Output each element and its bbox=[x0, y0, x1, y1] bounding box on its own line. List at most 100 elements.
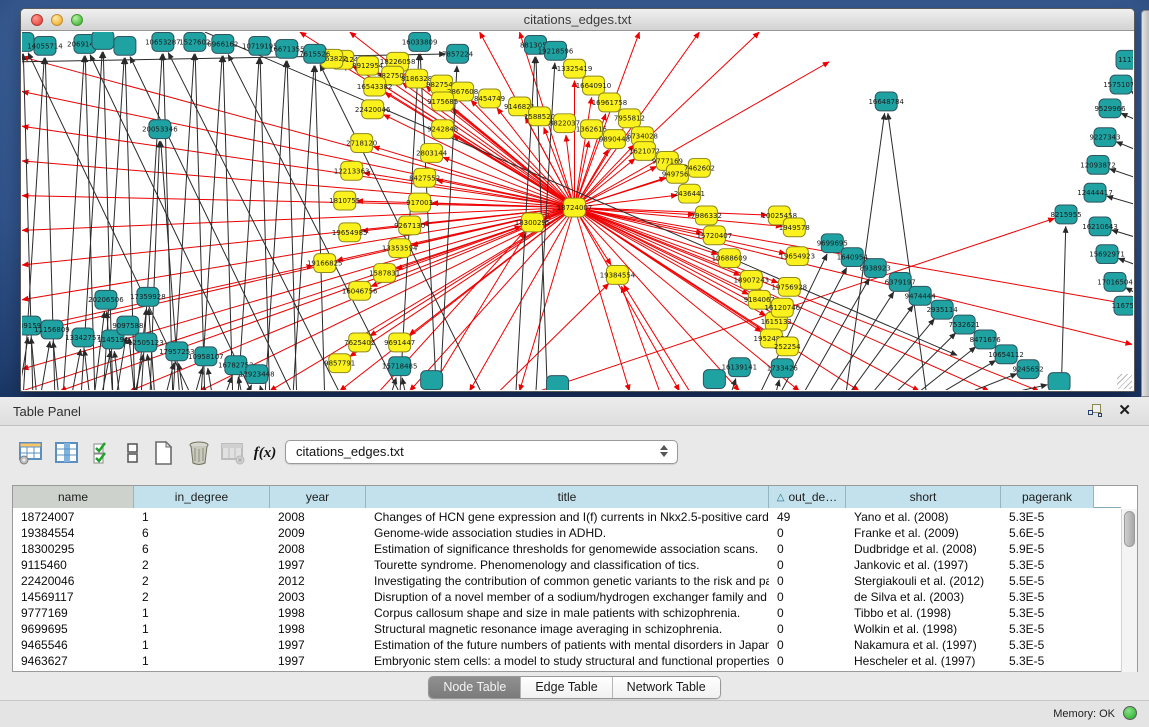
graph-node-teal[interactable] bbox=[1048, 373, 1070, 390]
edge[interactable] bbox=[23, 58, 44, 390]
table-cell[interactable]: 2 bbox=[134, 573, 270, 589]
table-cell[interactable]: 0 bbox=[769, 557, 846, 573]
edge[interactable] bbox=[373, 147, 574, 208]
graph-node-teal[interactable]: 10653287 bbox=[145, 32, 181, 51]
graph-node-yellow[interactable]: 13325419 bbox=[557, 59, 593, 78]
column-header-pagerank[interactable]: pagerank bbox=[1001, 486, 1094, 508]
graph-node-teal[interactable]: 7857224 bbox=[442, 44, 474, 63]
table-cell[interactable]: 2008 bbox=[270, 541, 366, 557]
table-cell[interactable]: 2 bbox=[134, 557, 270, 573]
graph-node-teal[interactable]: 8215955 bbox=[1051, 205, 1082, 224]
graph-node-teal[interactable]: 2935114 bbox=[927, 300, 959, 319]
table-cell[interactable]: 49 bbox=[769, 509, 846, 525]
graph-node-teal[interactable] bbox=[421, 371, 443, 390]
vertical-scrollbar[interactable] bbox=[1121, 509, 1137, 672]
table-cell[interactable]: 9699695 bbox=[13, 621, 134, 637]
graph-node-yellow[interactable]: 8427552 bbox=[409, 168, 440, 187]
graph-node-yellow[interactable]: 1810755 bbox=[329, 191, 360, 210]
table-cell[interactable]: Estimation of significance thresholds fo… bbox=[366, 541, 769, 557]
edge[interactable] bbox=[260, 386, 264, 390]
table-cell[interactable]: 0 bbox=[769, 525, 846, 541]
graph-node-yellow[interactable]: 2718120 bbox=[346, 134, 377, 153]
table-cell[interactable]: 5.3E-5 bbox=[1001, 637, 1094, 653]
edge[interactable] bbox=[287, 61, 297, 390]
graph-node-yellow[interactable]: 2436441 bbox=[674, 184, 705, 203]
graph-node-teal[interactable]: 16210643 bbox=[1082, 217, 1118, 236]
float-window-icon[interactable] bbox=[1088, 404, 1103, 419]
graph-node-teal[interactable]: 15692971 bbox=[1089, 245, 1125, 264]
edge[interactable] bbox=[45, 58, 55, 390]
graph-node-teal[interactable] bbox=[547, 376, 569, 390]
graph-node-teal[interactable] bbox=[114, 36, 136, 55]
graph-node-teal[interactable]: 9227343 bbox=[1089, 128, 1120, 147]
table-row[interactable]: 946362711997Embryonic stem cells: a mode… bbox=[13, 653, 1121, 669]
edge[interactable] bbox=[265, 61, 286, 390]
table-cell[interactable]: 1 bbox=[134, 653, 270, 669]
table-cell[interactable]: 18724007 bbox=[13, 509, 134, 525]
graph-node-yellow[interactable]: 19654985 bbox=[332, 223, 368, 242]
edge[interactable] bbox=[1061, 226, 1066, 390]
table-cell[interactable]: 1997 bbox=[270, 653, 366, 669]
graph-node-teal[interactable]: 16139141 bbox=[722, 358, 758, 377]
table-cell[interactable]: Nakamura et al. (1997) bbox=[846, 637, 1001, 653]
table-cell[interactable]: 1 bbox=[134, 621, 270, 637]
table-settings-icon[interactable] bbox=[16, 438, 46, 468]
graph-node-teal[interactable]: 9097588 bbox=[112, 316, 143, 335]
table-cell[interactable]: 5.3E-5 bbox=[1001, 557, 1094, 573]
citation-graph[interactable]: 1872400798601248912954182260589827503165… bbox=[22, 32, 1133, 390]
row-checks-icon[interactable] bbox=[88, 438, 118, 468]
table-cell[interactable]: 0 bbox=[769, 589, 846, 605]
split-view-icon[interactable] bbox=[118, 438, 148, 468]
table-cell[interactable]: Disruption of a novel member of a sodium… bbox=[366, 589, 769, 605]
table-cell[interactable]: 2009 bbox=[270, 525, 366, 541]
table-cell[interactable]: 9465546 bbox=[13, 637, 134, 653]
graph-node-yellow[interactable]: 1587831 bbox=[369, 264, 400, 283]
graph-node-teal[interactable]: 1733426 bbox=[767, 359, 798, 378]
table-cell[interactable]: 0 bbox=[769, 573, 846, 589]
table-row[interactable]: 2242004622012Investigating the contribut… bbox=[13, 573, 1121, 589]
background-window-edge[interactable] bbox=[1141, 10, 1149, 397]
table-cell[interactable]: de Silva et al. (2003) bbox=[846, 589, 1001, 605]
edge[interactable] bbox=[223, 56, 233, 390]
edge[interactable] bbox=[575, 208, 630, 390]
table-cell[interactable]: 5.5E-5 bbox=[1001, 573, 1094, 589]
edge[interactable] bbox=[470, 208, 575, 390]
table-cell[interactable]: 0 bbox=[769, 541, 846, 557]
edge[interactable] bbox=[1111, 230, 1133, 238]
graph-node-teal[interactable]: 12093872 bbox=[1080, 155, 1116, 174]
edge[interactable] bbox=[800, 278, 869, 390]
edge[interactable] bbox=[410, 208, 575, 390]
select-columns-icon[interactable] bbox=[52, 438, 82, 468]
table-cell[interactable]: Estimation of the future numbers of pati… bbox=[366, 637, 769, 653]
table-row[interactable]: 911546021997Tourette syndrome. Phenomeno… bbox=[13, 557, 1121, 573]
table-cell[interactable]: Wolkin et al. (1998) bbox=[846, 621, 1001, 637]
edge[interactable] bbox=[984, 385, 1047, 390]
column-header-title[interactable]: title bbox=[366, 486, 769, 508]
graph-node-yellow[interactable]: 252254 bbox=[774, 337, 801, 356]
table-row[interactable]: 1872400712008Changes of HCN gene express… bbox=[13, 509, 1121, 525]
graph-node-yellow[interactable]: 7462602 bbox=[684, 158, 715, 177]
table-cell[interactable]: 0 bbox=[769, 605, 846, 621]
table-cell[interactable]: Hescheler et al. (1997) bbox=[846, 653, 1001, 669]
table-cell[interactable]: 5.3E-5 bbox=[1001, 653, 1094, 669]
table-cell[interactable]: Changes of HCN gene expression and I(f) … bbox=[366, 509, 769, 525]
graph-node-teal[interactable]: 17359928 bbox=[130, 287, 166, 306]
table-cell[interactable]: 19384554 bbox=[13, 525, 134, 541]
table-cell[interactable]: 5.3E-5 bbox=[1001, 589, 1094, 605]
graph-node-teal[interactable]: 6966162 bbox=[207, 34, 238, 53]
table-cell[interactable]: 0 bbox=[769, 653, 846, 669]
table-cell[interactable]: 9115460 bbox=[13, 557, 134, 573]
edge[interactable] bbox=[293, 66, 314, 390]
tab-edge-table[interactable]: Edge Table bbox=[521, 677, 612, 698]
graph-node-yellow[interactable]: 19654923 bbox=[780, 247, 816, 266]
graph-node-teal[interactable]: 16033809 bbox=[402, 32, 438, 51]
table-cell[interactable]: Jankovic et al. (1997) bbox=[846, 557, 1001, 573]
column-header-out_de[interactable]: △out_de… bbox=[769, 486, 846, 508]
table-cell[interactable]: 2008 bbox=[270, 509, 366, 525]
table-cell[interactable]: Dudbridge et al. (2008) bbox=[846, 541, 1001, 557]
graph-node-yellow[interactable]: 16046756 bbox=[342, 281, 378, 300]
scrollbar-thumb[interactable] bbox=[1124, 511, 1135, 547]
graph-node-yellow[interactable]: 917003 bbox=[406, 193, 433, 212]
edge[interactable] bbox=[22, 196, 575, 208]
graph-node-teal[interactable] bbox=[703, 370, 725, 389]
